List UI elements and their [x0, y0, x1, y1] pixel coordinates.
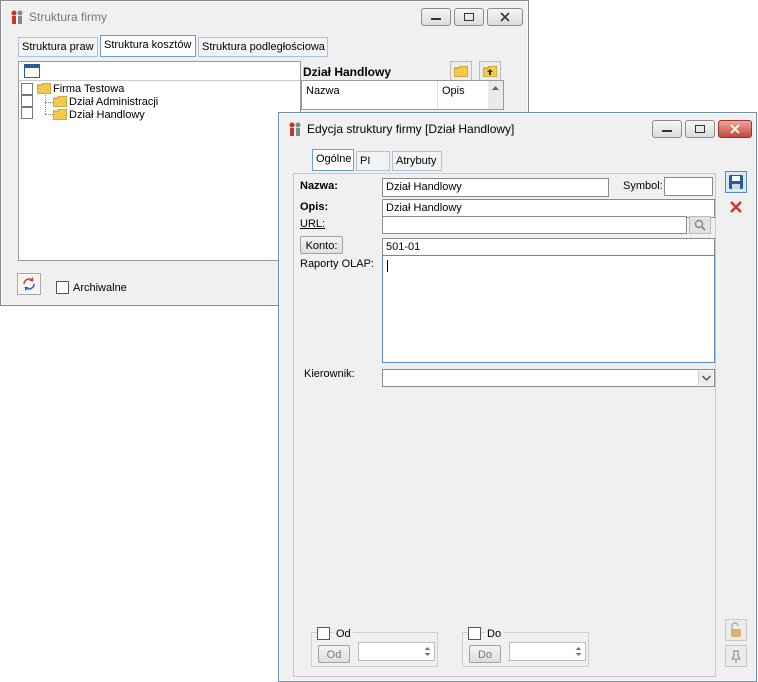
search-icon [694, 219, 706, 231]
detail-list: Nazwa Opis [301, 80, 504, 110]
scroll-up-icon [492, 86, 499, 90]
nazwa-label: Nazwa: [300, 180, 338, 192]
symbol-field[interactable] [664, 177, 713, 196]
tree-row-checkbox[interactable] [21, 95, 33, 107]
text-caret [387, 260, 388, 272]
tree-line [45, 114, 53, 115]
folder-up-button[interactable] [479, 61, 501, 81]
column-divider [437, 81, 438, 109]
close-button[interactable] [487, 8, 523, 26]
tab-struktura-praw[interactable]: Struktura praw [18, 37, 98, 57]
od-checkbox[interactable] [317, 627, 330, 640]
nazwa-field[interactable]: Dział Handlowy [382, 178, 609, 197]
spinner-icon [575, 647, 582, 656]
archiwalne-label: Archiwalne [73, 282, 127, 294]
column-nazwa[interactable]: Nazwa [306, 85, 340, 97]
do-button[interactable]: Do [469, 645, 501, 663]
close-icon [730, 201, 742, 213]
dropdown-arrow[interactable] [698, 371, 713, 385]
tree-panel: Firma Testowa Dział Administracji Dział … [18, 61, 301, 261]
refresh-button[interactable] [17, 273, 41, 295]
url-label: URL: [300, 218, 326, 230]
unlock-icon [731, 622, 741, 637]
do-spinner[interactable] [572, 643, 585, 660]
folder-icon [454, 65, 468, 77]
kierownik-select[interactable] [382, 369, 715, 387]
chevron-down-icon [702, 375, 711, 381]
refresh-icon [23, 277, 35, 291]
tree-root[interactable]: Firma Testowa [37, 82, 124, 95]
back-window-title: Struktura firmy [29, 10, 108, 24]
tree-header [19, 62, 300, 81]
maximize-button[interactable] [685, 120, 715, 138]
tree-line [45, 95, 46, 114]
edit-window: Edycja struktury firmy [Dział Handlowy] … [278, 112, 757, 682]
maximize-button[interactable] [454, 8, 484, 26]
tab-struktura-kosztow[interactable]: Struktura kosztów [100, 35, 196, 57]
tab-atrybuty[interactable]: Atrybuty [392, 151, 442, 171]
od-spinner[interactable] [421, 643, 434, 660]
tree-row-checkbox[interactable] [21, 107, 33, 119]
url-browse-button[interactable] [689, 216, 711, 234]
edit-window-title: Edycja struktury firmy [Dział Handlowy] [307, 122, 515, 136]
attach-button[interactable] [725, 645, 747, 667]
close-icon [500, 12, 510, 22]
unlock-button[interactable] [725, 619, 747, 641]
konto-button[interactable]: Konto: [300, 236, 343, 254]
maximize-icon [464, 13, 474, 21]
minimize-icon [662, 130, 672, 132]
tab-ogolne[interactable]: Ogólne [312, 149, 354, 171]
od-label: Od [334, 628, 353, 640]
scrollbar[interactable] [488, 81, 503, 109]
maximize-icon [695, 125, 705, 133]
tree-root-label: Firma Testowa [53, 82, 125, 95]
opis-label: Opis: [300, 201, 329, 213]
folder-icon [53, 109, 67, 120]
app-people-icon [289, 122, 301, 136]
pin-icon [730, 650, 742, 663]
konto-field[interactable]: 501-01 [382, 238, 715, 256]
back-titlebar: Struktura firmy [1, 1, 528, 31]
tree-line [45, 102, 53, 103]
cancel-button[interactable] [725, 196, 747, 218]
close-button[interactable] [718, 120, 752, 138]
archiwalne-checkbox[interactable] [56, 281, 69, 294]
tab-pi[interactable]: PI [356, 151, 390, 171]
save-button[interactable] [725, 171, 747, 193]
minimize-button[interactable] [421, 8, 451, 26]
folder-up-icon [483, 65, 497, 77]
symbol-label: Symbol: [623, 180, 663, 192]
tree-item[interactable]: Dział Handlowy [53, 108, 145, 121]
tree-item[interactable]: Dział Administracji [53, 95, 158, 108]
folder-button[interactable] [450, 61, 472, 81]
url-field[interactable] [382, 216, 687, 234]
do-checkbox[interactable] [468, 627, 481, 640]
raporty-olap-textarea[interactable] [382, 255, 715, 363]
form-panel: Nazwa: Dział Handlowy Symbol: Opis: Dzia… [293, 173, 716, 677]
kierownik-label: Kierownik: [304, 368, 355, 380]
app-people-icon [11, 10, 23, 24]
column-opis[interactable]: Opis [442, 85, 465, 97]
window-view-icon[interactable] [24, 64, 40, 78]
back-tabbar: Struktura praw Struktura kosztów Struktu… [18, 35, 518, 59]
folder-icon [53, 96, 67, 107]
od-button[interactable]: Od [318, 645, 350, 663]
tree-item-label: Dział Administracji [69, 95, 159, 108]
minimize-icon [431, 18, 441, 20]
detail-title: Dział Handlowy [303, 65, 392, 79]
tab-struktura-podleglosciowa[interactable]: Struktura podległościowa [198, 37, 328, 57]
save-icon [729, 175, 743, 189]
spinner-icon [424, 647, 431, 656]
minimize-button[interactable] [652, 120, 682, 138]
do-label: Do [485, 628, 504, 640]
raporty-olap-label: Raporty OLAP: [300, 258, 374, 270]
edit-titlebar: Edycja struktury firmy [Dział Handlowy] [279, 113, 756, 143]
tree-item-label: Dział Handlowy [69, 108, 145, 121]
close-icon [730, 124, 740, 134]
edit-tabbar: Ogólne PI Atrybuty [312, 149, 512, 173]
tree-row-checkbox[interactable] [21, 83, 33, 95]
folder-icon [37, 83, 51, 94]
